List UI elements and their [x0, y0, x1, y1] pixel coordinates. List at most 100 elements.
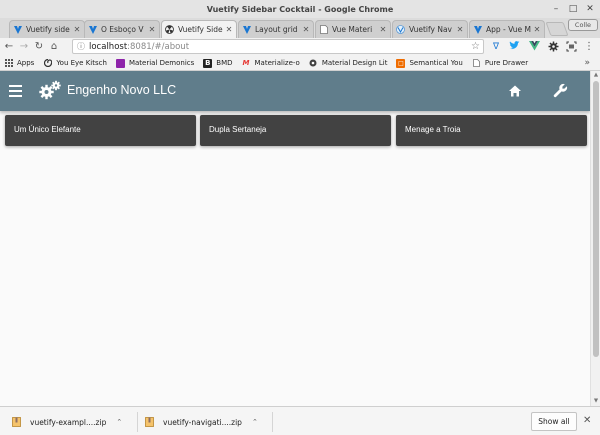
url-host: localhost — [89, 41, 128, 52]
close-icon[interactable]: ✕ — [456, 25, 464, 34]
gears-icon — [39, 80, 61, 100]
close-icon[interactable]: ✕ — [533, 25, 541, 34]
reload-icon[interactable]: ↻ — [33, 41, 45, 53]
chevron-up-icon[interactable]: ⌃ — [252, 418, 258, 426]
swirl-icon — [43, 59, 52, 68]
back-arrow-icon[interactable]: ← — [3, 41, 15, 53]
info-icon[interactable]: ⓘ — [77, 41, 85, 52]
bookmark-label: Pure Drawer — [484, 59, 529, 67]
close-window-icon[interactable]: ✕ — [583, 3, 597, 15]
vuetify-extension-icon[interactable]: ∇ — [490, 41, 502, 53]
m-icon: M — [242, 59, 250, 67]
home-icon[interactable] — [508, 84, 522, 98]
tab-label: App - Vue M — [486, 25, 531, 34]
screenshot-extension-icon[interactable] — [565, 41, 577, 53]
vue-icon — [396, 25, 405, 34]
apps-grid-icon — [4, 59, 13, 68]
bookmark-you-eye-kitsch[interactable]: You Eye Kitsch — [43, 59, 107, 68]
bookmark-label: Material Design Lit — [321, 59, 388, 67]
vue-devtools-icon[interactable] — [528, 41, 540, 53]
bookmark-materialize[interactable]: M Materialize-o — [242, 59, 300, 68]
vuetify-icon — [13, 25, 22, 34]
bookmark-bmd[interactable]: B BMD — [203, 58, 233, 68]
download-filename: vuetify-navigati....zip — [163, 417, 242, 427]
download-item[interactable]: vuetify-navigati....zip ⌃ — [145, 415, 258, 429]
bookmark-material-design-lite[interactable]: Material Design Lit — [309, 59, 388, 68]
wrench-icon[interactable] — [553, 83, 568, 98]
forward-arrow-icon[interactable]: → — [18, 41, 30, 53]
card-title: Menage a Troia — [405, 125, 461, 134]
vuetify-icon — [242, 25, 251, 34]
vertical-scrollbar[interactable]: ▲ ▼ — [590, 71, 600, 406]
browser-tab[interactable]: Vue Materi ✕ — [315, 20, 391, 38]
tab-label: Layout grid — [255, 25, 298, 34]
vuetify-icon — [473, 25, 482, 34]
home-icon[interactable]: ⌂ — [48, 41, 60, 53]
bookmark-label: Materialize-o — [254, 59, 300, 67]
browser-tab[interactable]: Vuetify side ✕ — [9, 20, 85, 38]
bookmark-pure-drawer[interactable]: Pure Drawer — [472, 59, 528, 68]
url-path: :8081/#/about — [127, 41, 190, 52]
new-tab-button[interactable] — [545, 22, 569, 36]
download-item[interactable]: vuetify-exampl....zip ⌃ — [12, 415, 122, 429]
close-icon[interactable]: ✕ — [379, 25, 387, 34]
bookmark-label: Apps — [17, 59, 35, 67]
close-icon[interactable]: ✕ — [583, 414, 591, 428]
menu-kebab-icon[interactable]: ⋮ — [583, 41, 595, 53]
browser-tab[interactable]: App - Vue M ✕ — [469, 20, 545, 38]
card-title: Um Único Elefante — [14, 125, 81, 134]
card-dupla-sertaneja: Dupla Sertaneja — [200, 115, 391, 146]
bookmark-label: Semantical You — [409, 59, 463, 67]
download-filename: vuetify-exampl....zip — [30, 417, 107, 427]
browser-tab[interactable]: O Esboço V ✕ — [84, 20, 160, 38]
b-icon: B — [203, 58, 213, 68]
tab-label: Vuetify Side — [178, 25, 223, 34]
close-icon[interactable]: ✕ — [302, 25, 310, 34]
browser-tab[interactable]: Vuetify Nav ✕ — [392, 20, 468, 38]
bookmarks-bar: Apps You Eye Kitsch Material Demonics B … — [0, 56, 600, 71]
window-titlebar: Vuetify Sidebar Cocktail - Google Chrome… — [0, 0, 600, 18]
minimize-icon[interactable]: – — [549, 3, 563, 15]
tab-label: Vue Materi — [332, 25, 373, 34]
hamburger-menu-icon[interactable] — [9, 85, 22, 97]
purple-square-icon — [115, 58, 125, 68]
card-row: Um Único Elefante Dupla Sertaneja Menage… — [0, 115, 590, 147]
chevron-double-right-icon[interactable]: » — [584, 56, 590, 71]
browser-tab[interactable]: Layout grid ✕ — [238, 20, 314, 38]
app-toolbar: Engenho Novo LLC — [0, 71, 590, 111]
vuetify-icon — [88, 25, 97, 34]
zip-file-icon — [12, 417, 21, 427]
downloads-shelf: vuetify-exampl....zip ⌃ vuetify-navigati… — [0, 406, 600, 435]
app-title: Engenho Novo LLC — [67, 83, 177, 97]
circle-icon — [309, 59, 318, 68]
show-all-button[interactable]: Show all — [531, 412, 577, 431]
card-um-unico-elefante: Um Único Elefante — [5, 115, 196, 146]
tab-label: O Esboço V — [101, 25, 144, 34]
bookmark-label: Material Demonics — [128, 59, 195, 67]
bookmark-apps[interactable]: Apps — [4, 59, 34, 68]
twitter-icon[interactable] — [508, 41, 520, 53]
scroll-up-arrow-icon[interactable]: ▲ — [591, 71, 600, 80]
page-icon — [319, 25, 328, 34]
card-title: Dupla Sertaneja — [209, 125, 267, 134]
divider — [137, 412, 138, 432]
scrollbar-thumb[interactable] — [593, 81, 599, 357]
radiation-icon — [165, 25, 174, 34]
close-icon[interactable]: ✕ — [148, 25, 156, 34]
close-icon[interactable]: ✕ — [225, 25, 233, 34]
browser-window: Vuetify Sidebar Cocktail - Google Chrome… — [0, 0, 600, 435]
bookmark-semantical-you[interactable]: □ Semantical You — [396, 58, 463, 68]
profile-button[interactable]: Colle — [568, 19, 598, 31]
browser-tab-active[interactable]: Vuetify Side ✕ — [161, 20, 237, 38]
chevron-up-icon[interactable]: ⌃ — [116, 418, 122, 426]
maximize-icon[interactable]: □ — [566, 3, 580, 15]
orange-square-icon: □ — [396, 58, 406, 68]
extension-gear-icon[interactable] — [547, 41, 559, 53]
close-icon[interactable]: ✕ — [73, 25, 81, 34]
tab-label: Vuetify side — [26, 25, 70, 34]
bookmark-material-demonics[interactable]: Material Demonics — [115, 58, 195, 68]
tab-label: Vuetify Nav — [409, 25, 452, 34]
scroll-down-arrow-icon[interactable]: ▼ — [591, 397, 600, 406]
bookmark-star-icon[interactable]: ☆ — [471, 41, 480, 52]
address-bar[interactable]: ⓘ localhost:8081/#/about ☆ — [72, 39, 484, 54]
